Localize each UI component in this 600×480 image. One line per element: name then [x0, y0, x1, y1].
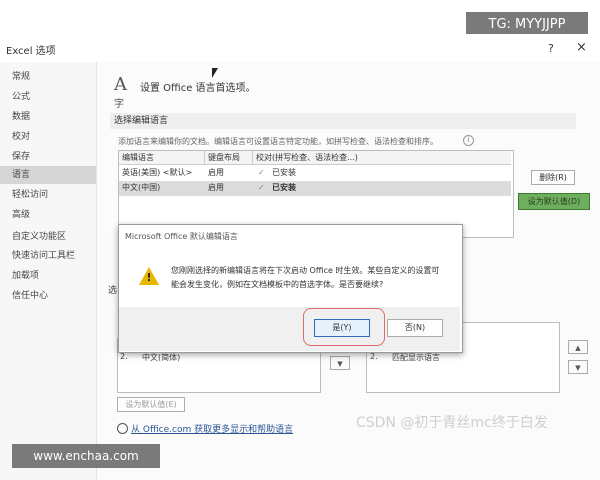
move-down-icon[interactable]: ▼ — [330, 356, 350, 370]
dialog-title: Microsoft Office 默认编辑语言 — [125, 232, 238, 241]
set-default-language-button[interactable]: 设为默认值(D) — [518, 193, 590, 210]
help-button[interactable]: ? — [548, 42, 554, 55]
get-more-languages-link[interactable]: 从 Office.com 获取更多显示和帮助语言 — [131, 422, 293, 435]
sidebar-item-trust-center[interactable]: 信任中心 — [0, 287, 96, 305]
editing-language-hint: 添加语言来编辑你的文档。编辑语言可设置语言特定功能，如拼写检查、语法检查和排序。 — [118, 137, 438, 146]
table-row-kbd: 启用 — [208, 183, 224, 192]
table-row-kbd: 启用 — [208, 168, 224, 177]
sidebar-item-proofing[interactable]: 校对 — [0, 128, 96, 146]
dialog-message-line1: 您刚刚选择的新编辑语言将在下次启动 Office 时生效。某些自定义的设置可 — [171, 266, 440, 275]
close-button[interactable]: × — [576, 40, 587, 55]
window-titlebar — [0, 34, 600, 62]
column-header-proofing: 校对(拼写检查、语法检查...) — [253, 151, 511, 165]
proofing-icon: ✓ — [258, 168, 265, 177]
table-row-lang[interactable]: 中文(中国) — [119, 181, 205, 195]
language-icon: A字 — [114, 74, 127, 110]
warning-mark: ! — [146, 271, 152, 284]
proofing-icon: ✓ — [258, 183, 265, 192]
column-header-keyboard: 键盘布局 — [205, 151, 253, 165]
section-display-language-letter: 选 — [108, 286, 118, 296]
sidebar-item-language[interactable]: 语言 — [0, 166, 96, 184]
section-editing-language: 选择编辑语言 — [110, 113, 576, 129]
table-row-proof: 已安装 — [272, 168, 296, 177]
dialog-body — [119, 249, 460, 307]
highlight-ring — [303, 308, 385, 346]
move-down-icon[interactable]: ▼ — [568, 360, 588, 374]
sidebar-item-addins[interactable]: 加载项 — [0, 267, 96, 285]
table-row-proof: 已安装 — [272, 183, 296, 192]
move-up-icon[interactable]: ▲ — [568, 340, 588, 354]
options-sidebar: 常规 公式 数据 校对 保存 语言 轻松访问 高级 自定义功能区 快速访问工具栏… — [0, 62, 97, 480]
window-title: Excel 选项 — [6, 46, 56, 57]
sidebar-item-data[interactable]: 数据 — [0, 108, 96, 126]
list-item-label[interactable]: 中文(简体) — [142, 352, 180, 363]
list-item-label[interactable]: 匹配显示语言 — [392, 352, 440, 363]
table-row-lang[interactable]: 英语(美国) <默认> — [119, 166, 205, 180]
page-heading: 设置 Office 语言首选项。 — [140, 83, 256, 94]
info-icon: i — [463, 135, 474, 146]
globe-icon — [117, 423, 128, 434]
mouse-cursor-icon — [212, 68, 218, 78]
sidebar-item-save[interactable]: 保存 — [0, 148, 96, 166]
remove-language-button[interactable]: 删除(R) — [531, 170, 575, 185]
sidebar-item-general[interactable]: 常规 — [0, 68, 96, 86]
sidebar-item-accessibility[interactable]: 轻松访问 — [0, 186, 96, 204]
sidebar-item-formulas[interactable]: 公式 — [0, 88, 96, 106]
sidebar-item-quick-access-toolbar[interactable]: 快速访问工具栏 — [0, 247, 96, 265]
watermark-site: www.enchaa.com — [12, 444, 160, 468]
dialog-message-line2: 能会发生变化，例如在文档模板中的首选字体。是否要继续? — [171, 280, 384, 289]
sidebar-item-customize-ribbon[interactable]: 自定义功能区 — [0, 228, 96, 246]
list-item-number: 2. — [370, 352, 378, 361]
list-item-number: 2. — [120, 352, 128, 361]
watermark-csdn: CSDN @初于青丝mc终于白发 — [356, 415, 548, 431]
column-header-language: 编辑语言 — [119, 151, 205, 165]
set-default-display-button[interactable]: 设为默认值(E) — [117, 397, 185, 412]
confirm-dialog: Microsoft Office 默认编辑语言 ! 您刚刚选择的新编辑语言将在下… — [118, 224, 463, 353]
no-button[interactable]: 否(N) — [387, 319, 443, 337]
sidebar-item-advanced[interactable]: 高级 — [0, 206, 96, 224]
